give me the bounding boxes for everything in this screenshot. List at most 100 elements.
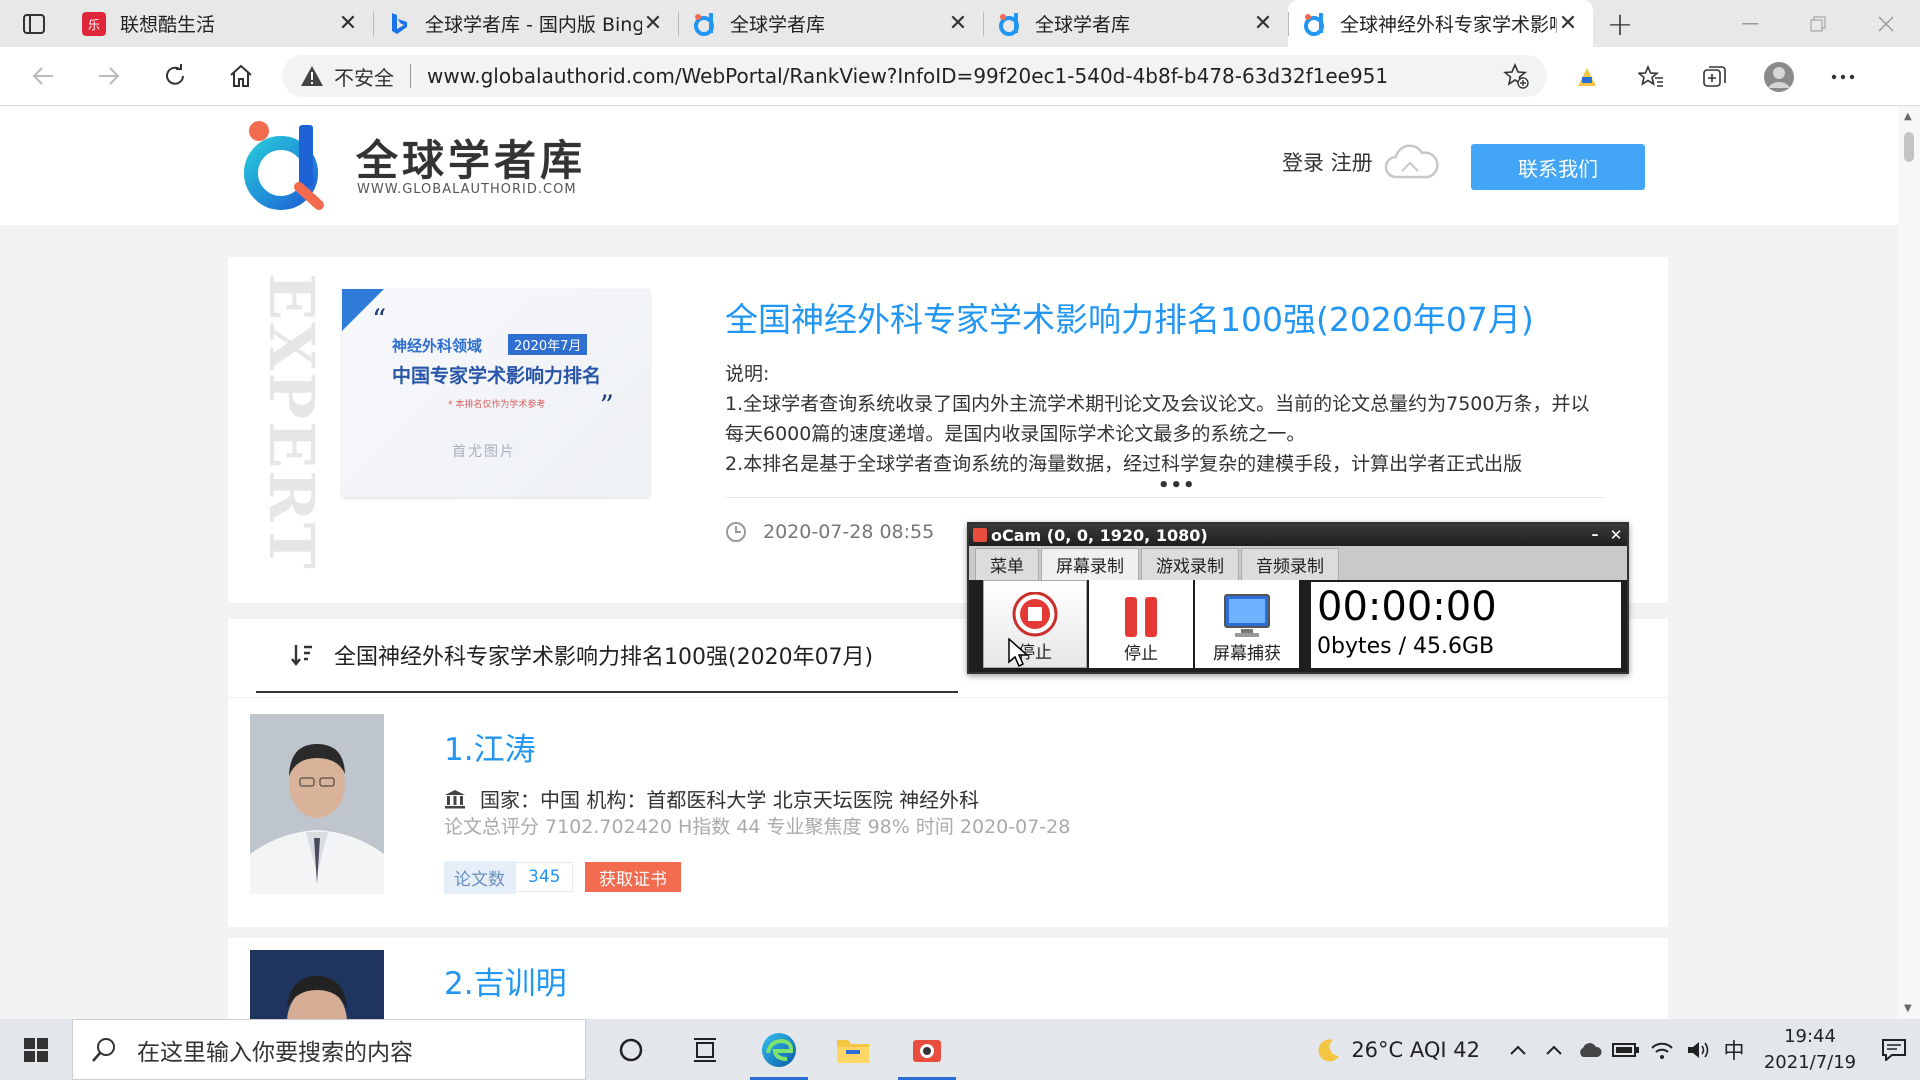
mouse-cursor-icon — [1008, 638, 1028, 668]
ime-button[interactable]: 中 — [1716, 1035, 1752, 1065]
divider — [725, 497, 1605, 498]
url-text[interactable]: www.globalauthorid.com/WebPortal/RankVie… — [427, 64, 1503, 88]
scholar-name-link[interactable]: 1.江涛 — [444, 724, 536, 769]
new-tab-button[interactable]: + — [1593, 0, 1647, 47]
tab-actions-button[interactable] — [0, 0, 68, 47]
search-placeholder: 在这里输入你要搜索的内容 — [137, 1039, 413, 1066]
article-cover-image[interactable]: “ 神经外科领域 2020年7月 中国专家学术影响力排名 * 本排名仅作为学术参… — [342, 289, 650, 497]
paper-count-value: 345 — [515, 862, 574, 892]
ocam-close-button[interactable]: ✕ — [1605, 526, 1627, 544]
taskbar-search-box[interactable]: 在这里输入你要搜索的内容 — [72, 1019, 586, 1080]
scrollbar-thumb[interactable] — [1904, 132, 1914, 162]
ocam-stop-record-button[interactable]: 停止 — [983, 580, 1087, 668]
institution-text: 国家：中国 机构：首都医科大学 北京天坛医院 神经外科 — [480, 788, 980, 812]
chevron-up-icon — [1510, 1045, 1526, 1055]
tab-globalauthor-2[interactable]: 全球学者库 ✕ — [983, 0, 1288, 47]
forward-arrow-icon — [99, 67, 120, 85]
windows-logo-icon — [24, 1037, 48, 1062]
tab-bing[interactable]: 全球学者库 - 国内版 Bing ✕ — [373, 0, 678, 47]
battery-button[interactable] — [1608, 1042, 1644, 1058]
clock-time: 19:44 — [1784, 1025, 1836, 1047]
window-controls — [1716, 0, 1920, 47]
ocam-taskbar-button[interactable] — [890, 1019, 964, 1080]
ranking-tab[interactable]: 全国神经外科专家学术影响力排名100强(2020年07月) — [256, 619, 958, 693]
get-certificate-button[interactable]: 获取证书 — [585, 862, 681, 892]
tray-chevron-button[interactable] — [1536, 1044, 1572, 1056]
collections-button[interactable] — [1683, 47, 1747, 106]
article-description: 说明: 1.全球学者查询系统收录了国内外主流学术期刊论文及会议论文。当前的论文总… — [725, 359, 1605, 479]
scholar-name-link[interactable]: 2.吉训明 — [444, 958, 567, 1003]
more-icon — [1831, 74, 1855, 79]
ocam-elapsed-time: 00:00:00 — [1317, 584, 1497, 630]
task-view-button[interactable] — [668, 1019, 742, 1080]
file-explorer-button[interactable] — [816, 1019, 890, 1080]
url-bar[interactable]: 不安全 www.globalauthorid.com/WebPortal/Ran… — [282, 55, 1547, 97]
ocam-tab-menu[interactable]: 菜单 — [975, 548, 1039, 580]
profile-button[interactable] — [1747, 47, 1811, 106]
start-button[interactable] — [0, 1019, 72, 1080]
article-title[interactable]: 全国神经外科专家学术影响力排名100强(2020年07月) — [725, 293, 1534, 341]
site-logo-icon[interactable] — [241, 117, 329, 215]
back-button[interactable] — [10, 47, 76, 106]
tab-close-icon[interactable]: ✕ — [1252, 11, 1274, 36]
tab-ranking-active[interactable]: 全球神经外科专家学术影响 ✕ — [1288, 0, 1593, 47]
volume-button[interactable] — [1680, 1040, 1716, 1060]
cortana-button[interactable] — [594, 1019, 668, 1080]
settings-more-button[interactable] — [1811, 47, 1875, 106]
paper-count-badge[interactable]: 论文数 345 — [444, 860, 574, 894]
tab-close-icon[interactable]: ✕ — [947, 11, 969, 36]
ocam-capture-label: 屏幕捕获 — [1213, 644, 1281, 664]
notification-center-button[interactable] — [1868, 1038, 1920, 1061]
ocam-minimize-button[interactable]: – — [1585, 527, 1605, 543]
taskbar-clock[interactable]: 19:44 2021/7/19 — [1760, 1024, 1860, 1076]
tab-title: 联想酷生活 — [120, 14, 216, 36]
tab-close-icon[interactable]: ✕ — [1557, 11, 1579, 36]
security-status[interactable]: 不安全 — [334, 62, 394, 91]
scroll-down-icon[interactable]: ▼ — [1904, 1003, 1912, 1014]
onedrive-button[interactable] — [1572, 1041, 1608, 1059]
ocam-file-size: 0bytes / 45.6GB — [1317, 634, 1495, 659]
login-register-link[interactable]: 登录 注册 — [1282, 147, 1373, 177]
scholar-photo[interactable] — [250, 950, 384, 1019]
restore-button[interactable] — [1784, 0, 1852, 47]
tab-close-icon[interactable]: ✕ — [337, 11, 359, 36]
browser-tab-bar: 乐 联想酷生活 ✕ 全球学者库 - 国内版 Bing ✕ 全球学者库 ✕ 全球学… — [0, 0, 1920, 47]
home-icon — [230, 64, 252, 87]
weather-widget[interactable]: 26°C AQI 42 — [1317, 1038, 1480, 1062]
moon-icon — [1318, 1038, 1340, 1061]
tab-close-icon[interactable]: ✕ — [642, 11, 664, 36]
home-button[interactable] — [208, 47, 274, 106]
windows-taskbar: 在这里输入你要搜索的内容 26°C AQI 42 中 19:44 2021/7/… — [0, 1019, 1920, 1080]
pause-icon — [1125, 597, 1157, 637]
add-favorite-icon[interactable] — [1503, 63, 1529, 89]
folder-icon — [837, 1039, 869, 1063]
extension-button[interactable] — [1555, 47, 1619, 106]
tab-globalauthor-1[interactable]: 全球学者库 ✕ — [678, 0, 983, 47]
ocam-capture-button[interactable]: 屏幕捕获 — [1195, 580, 1299, 668]
wifi-button[interactable] — [1644, 1040, 1680, 1060]
ocam-timer-panel: 00:00:00 0bytes / 45.6GB — [1311, 582, 1621, 668]
forward-button[interactable] — [76, 47, 142, 106]
weather-text: 26°C AQI 42 — [1351, 1037, 1480, 1062]
page-scrollbar[interactable]: ▲ ▼ — [1898, 107, 1920, 1019]
tab-lenovo[interactable]: 乐 联想酷生活 ✕ — [68, 0, 373, 47]
contact-us-button[interactable]: 联系我们 — [1471, 144, 1645, 190]
ocam-pause-button[interactable]: 停止 — [1089, 580, 1193, 668]
show-hidden-icons-button[interactable] — [1500, 1044, 1536, 1056]
tab-title: 全球学者库 — [730, 14, 826, 36]
ocam-titlebar[interactable]: oCam (0, 0, 1920, 1080) – ✕ — [969, 524, 1627, 546]
close-window-button[interactable] — [1852, 0, 1920, 47]
ocam-tab-game-record[interactable]: 游戏录制 — [1141, 548, 1239, 580]
scroll-up-icon[interactable]: ▲ — [1904, 111, 1912, 122]
lenovo-favicon-icon: 乐 — [82, 11, 106, 36]
quote-close-icon: ” — [599, 389, 614, 422]
site-logo-title[interactable]: 全球学者库 — [356, 127, 586, 188]
ocam-tab-screen-record[interactable]: 屏幕录制 — [1041, 548, 1139, 580]
expand-more-button[interactable]: ••• — [1158, 475, 1196, 496]
minimize-button[interactable] — [1716, 0, 1784, 47]
refresh-button[interactable] — [142, 47, 208, 106]
favorites-button[interactable] — [1619, 47, 1683, 106]
ocam-tab-audio-record[interactable]: 音频录制 — [1241, 548, 1339, 580]
scholar-photo[interactable] — [250, 714, 384, 894]
edge-taskbar-button[interactable] — [742, 1019, 816, 1080]
